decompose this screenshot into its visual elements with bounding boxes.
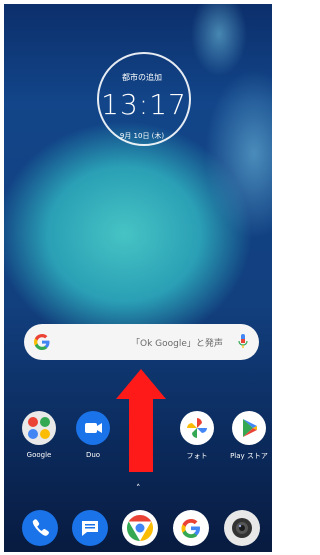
clock-time: 13:17 bbox=[101, 88, 187, 121]
dock-chrome[interactable] bbox=[117, 510, 163, 546]
google-search-bar[interactable]: 「Ok Google」と発声 bbox=[24, 324, 259, 360]
messages-icon bbox=[72, 510, 108, 546]
google-folder-icon bbox=[22, 411, 56, 445]
app-duo[interactable]: Duo bbox=[70, 411, 116, 459]
app-label-duo: Duo bbox=[85, 451, 101, 459]
google-icon bbox=[173, 510, 209, 546]
google-g-icon bbox=[34, 334, 50, 350]
swipe-up-arrow bbox=[116, 369, 166, 472]
chrome-icon bbox=[122, 510, 158, 546]
app-label-play-store: Play ストア bbox=[230, 452, 268, 460]
play-store-icon bbox=[232, 411, 266, 445]
dock-phone[interactable] bbox=[17, 510, 63, 546]
duo-camera-icon bbox=[76, 411, 110, 445]
app-play-store[interactable]: Play ストア bbox=[226, 411, 272, 461]
app-photos[interactable]: フォト bbox=[174, 411, 220, 461]
phone-icon bbox=[22, 510, 58, 546]
add-city-label[interactable]: 都市の追加 bbox=[110, 72, 174, 83]
dock-camera[interactable] bbox=[219, 510, 265, 546]
dock-google[interactable] bbox=[168, 510, 214, 546]
search-hint-text: 「Ok Google」と発声 bbox=[131, 339, 223, 349]
app-label-google: Google bbox=[26, 451, 52, 459]
dock-messages[interactable] bbox=[67, 510, 113, 546]
camera-icon bbox=[224, 510, 260, 546]
photos-pinwheel-icon bbox=[180, 411, 214, 445]
microphone-icon[interactable] bbox=[238, 334, 248, 350]
app-google-folder[interactable]: Google bbox=[16, 411, 62, 459]
clock-date: 9月 10日 (木) bbox=[119, 132, 165, 140]
app-drawer-chevron-icon[interactable]: ˄ bbox=[136, 484, 141, 494]
app-label-photos: フォト bbox=[186, 452, 208, 460]
home-screen: 都市の追加 13:17 9月 10日 (木) 「Ok Google」と発声 Go… bbox=[4, 4, 272, 552]
